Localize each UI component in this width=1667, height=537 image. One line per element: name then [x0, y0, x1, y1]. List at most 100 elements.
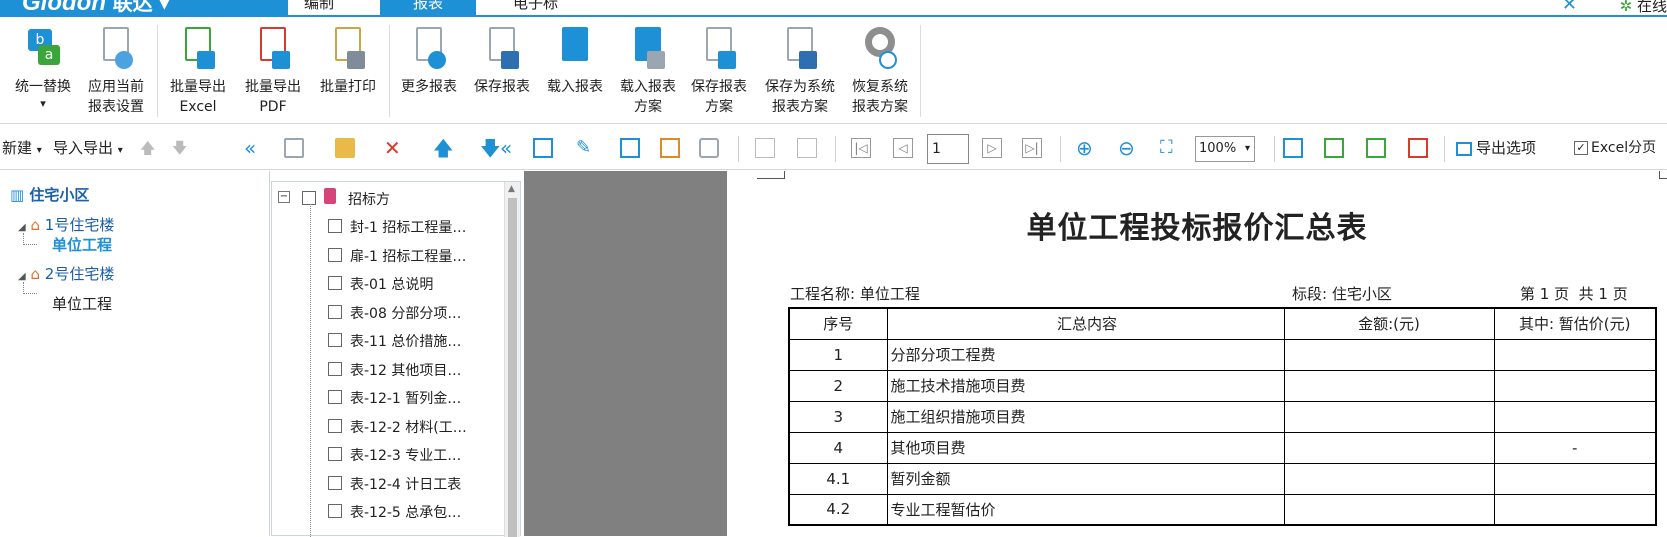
checkbox[interactable]	[328, 219, 342, 233]
tab-e-bid[interactable]: 电子标	[501, 0, 570, 16]
next-page-icon[interactable]: ▷	[982, 138, 1002, 158]
new-folder-icon[interactable]	[335, 138, 355, 158]
import-export-menu[interactable]: 导入导出 ▾	[53, 134, 123, 162]
checkbox[interactable]	[328, 276, 342, 290]
export-report-icon[interactable]	[1283, 138, 1303, 158]
export-excel-icon[interactable]	[1366, 138, 1386, 158]
tree-unit-2[interactable]: 单位工程	[52, 293, 112, 314]
preview-background	[524, 171, 727, 536]
tab-reports[interactable]: 报表	[380, 0, 476, 16]
row-amount	[1283, 369, 1495, 402]
report-item[interactable]: 表-01 总说明	[350, 274, 433, 294]
checkbox[interactable]	[328, 305, 342, 319]
report-root-tenderer[interactable]: 招标方	[348, 189, 390, 209]
checkbox[interactable]	[328, 504, 342, 518]
row-amount	[1283, 493, 1495, 526]
move-up-icon[interactable]: 🡅	[140, 134, 155, 162]
tree-root-residential[interactable]: ▥ 住宅小区	[10, 184, 89, 205]
checkbox[interactable]	[328, 419, 342, 433]
checkbox[interactable]	[328, 362, 342, 376]
zoom-in-icon[interactable]: ⊕	[1076, 134, 1093, 162]
save-report-button[interactable]: 保存报表	[464, 25, 540, 97]
report-item[interactable]: 表-12-2 材料(工…	[350, 417, 467, 437]
report-item[interactable]: 表-11 总价措施…	[350, 331, 461, 351]
crop-mark	[757, 171, 785, 179]
checkbox[interactable]	[328, 333, 342, 347]
report-item[interactable]: 表-12-4 计日工表	[350, 474, 461, 494]
batch-print-button[interactable]: 批量打印	[310, 25, 386, 97]
checkbox[interactable]	[328, 447, 342, 461]
page-number-input[interactable]: 1	[927, 134, 969, 164]
scrollbar-thumb[interactable]	[508, 198, 517, 537]
checkbox-checked-icon: ✓	[1574, 141, 1588, 155]
tab-edit[interactable]: 编制	[292, 0, 346, 16]
load-report-scheme-button[interactable]: 载入报表 方案	[610, 25, 686, 117]
copy-page-icon[interactable]	[797, 138, 817, 158]
expand-icon: ◢	[18, 222, 26, 233]
tree-unit-1[interactable]: 单位工程	[52, 234, 112, 255]
export-pdf-icon[interactable]	[1408, 138, 1428, 158]
app-logo: Glodon 联达 ▾	[0, 0, 288, 16]
delete-icon[interactable]: ✕	[384, 134, 401, 162]
apply-report-settings-button[interactable]: 应用当前 报表设置	[78, 25, 154, 117]
save-scheme-icon	[700, 25, 738, 71]
report-item[interactable]: 表-12-1 暂列金…	[350, 388, 461, 408]
close-icon[interactable]: ✕	[1562, 0, 1577, 15]
report-item[interactable]: 表-12 其他项目…	[350, 360, 461, 380]
row-estimate	[1493, 338, 1657, 371]
collapse-tree-icon[interactable]: «	[500, 134, 512, 162]
export-options-button[interactable]: 导出选项	[1456, 134, 1536, 162]
design-tool-icon[interactable]: ✎	[576, 134, 591, 162]
checkbox[interactable]	[328, 248, 342, 262]
prev-page-icon[interactable]: ◁	[893, 138, 913, 158]
batch-export-excel-button[interactable]: 批量导出 Excel	[160, 25, 236, 117]
report-item[interactable]: 表-08 分部分项…	[350, 303, 461, 323]
house-icon: ⌂	[30, 265, 41, 283]
save-report-icon	[483, 25, 521, 71]
checkbox[interactable]	[328, 390, 342, 404]
fit-page-icon[interactable]: ⛶	[1160, 134, 1173, 162]
new-menu[interactable]: 新建 ▾	[2, 134, 42, 162]
report-item[interactable]: 表-12-5 总承包…	[350, 502, 461, 522]
export-tree-icon[interactable]	[1324, 138, 1344, 158]
report-item[interactable]: 封-1 招标工程量…	[350, 217, 466, 237]
first-page-icon[interactable]: |◁	[851, 138, 871, 158]
restore-system-scheme-button[interactable]: 恢复系统 报表方案	[842, 25, 918, 117]
print-icon[interactable]	[699, 138, 719, 158]
tree-building-2[interactable]: ◢ ⌂ 2号住宅楼	[18, 263, 114, 284]
online-status[interactable]: ✲ 在线	[1620, 0, 1667, 16]
report-item[interactable]: 扉-1 招标工程量…	[350, 246, 466, 266]
new-report-icon[interactable]	[284, 138, 304, 158]
single-page-icon[interactable]	[755, 138, 775, 158]
scroll-up-icon[interactable]: ▲	[508, 184, 515, 194]
report-title: 单位工程投标报价汇总表	[1026, 211, 1368, 246]
save-report-scheme-button[interactable]: 保存报表 方案	[681, 25, 757, 117]
batch-export-pdf-button[interactable]: 批量导出 PDF	[235, 25, 311, 117]
arrow-down-icon[interactable]: 🡇	[480, 134, 501, 162]
zoom-out-icon[interactable]: ⊖	[1118, 134, 1135, 162]
row-number: 1	[788, 338, 888, 371]
table-row: 2 施工技术措施项目费	[788, 369, 1657, 402]
checkbox[interactable]	[328, 476, 342, 490]
unified-replace-button[interactable]: b a 统一替换 ▾	[5, 25, 81, 111]
report-item[interactable]: 表-12-3 专业工…	[350, 445, 461, 465]
edit-report-icon[interactable]	[533, 138, 553, 158]
project-tree-panel: ▥ 住宅小区 ◢ ⌂ 1号住宅楼 单位工程 ◢ ⌂ 2号住宅楼 单位工程	[0, 171, 270, 536]
excel-paging-checkbox[interactable]: ✓ Excel分页	[1574, 134, 1656, 162]
tree-building-1[interactable]: ◢ ⌂ 1号住宅楼	[18, 214, 114, 235]
book-icon	[324, 188, 336, 204]
arrow-up-icon[interactable]: 🡅	[433, 134, 454, 162]
vertical-scrollbar[interactable]: ▲	[504, 182, 520, 537]
page-setup-icon[interactable]	[620, 138, 640, 158]
collapse-panel-icon[interactable]: «	[244, 134, 256, 162]
collapse-node-icon[interactable]: −	[278, 191, 290, 203]
checkbox[interactable]	[302, 191, 316, 205]
edit-sheet-icon[interactable]	[660, 138, 680, 158]
zoom-select[interactable]: 100% ▾	[1195, 136, 1255, 162]
more-reports-button[interactable]: 更多报表	[391, 25, 467, 97]
save-as-system-scheme-button[interactable]: 保存为系统 报表方案	[758, 25, 842, 117]
last-page-icon[interactable]: ▷|	[1022, 138, 1042, 158]
row-content: 施工组织措施项目费	[886, 400, 1285, 433]
move-down-icon[interactable]: 🡇	[172, 134, 187, 162]
load-report-button[interactable]: 载入报表	[537, 25, 613, 97]
